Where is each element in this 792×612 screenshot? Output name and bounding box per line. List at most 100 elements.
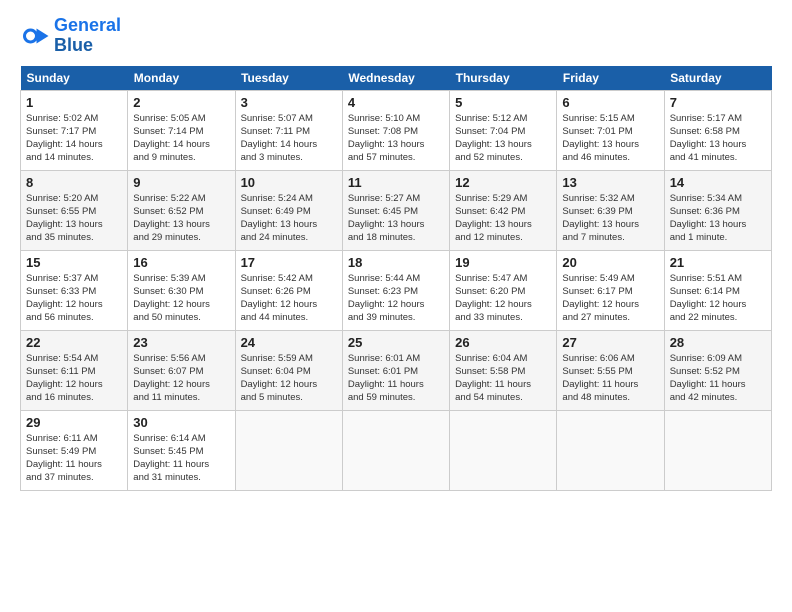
calendar-day-18: 18 Sunrise: 5:44 AM Sunset: 6:23 PM Dayli… [342, 250, 449, 330]
day-number: 21 [670, 255, 766, 270]
weekday-header-saturday: Saturday [664, 66, 771, 91]
calendar-day-27: 27 Sunrise: 6:06 AM Sunset: 5:55 PM Dayli… [557, 330, 664, 410]
day-number: 12 [455, 175, 551, 190]
page-header: General Blue [20, 16, 772, 56]
day-info: Sunrise: 5:15 AM Sunset: 7:01 PM Dayligh… [562, 112, 658, 165]
day-info: Sunrise: 5:32 AM Sunset: 6:39 PM Dayligh… [562, 192, 658, 245]
day-number: 19 [455, 255, 551, 270]
calendar-day-17: 17 Sunrise: 5:42 AM Sunset: 6:26 PM Dayli… [235, 250, 342, 330]
day-number: 17 [241, 255, 337, 270]
calendar-day-8: 8Sunrise: 5:20 AM Sunset: 6:55 PM Daylig… [21, 170, 128, 250]
day-number: 8 [26, 175, 122, 190]
calendar-day-empty [664, 410, 771, 490]
calendar-day-12: 12 Sunrise: 5:29 AM Sunset: 6:42 PM Dayli… [450, 170, 557, 250]
calendar-day-2: 2 Sunrise: 5:05 AM Sunset: 7:14 PM Daylig… [128, 90, 235, 170]
weekday-header-friday: Friday [557, 66, 664, 91]
day-info: Sunrise: 5:29 AM Sunset: 6:42 PM Dayligh… [455, 192, 551, 245]
calendar-day-1: 1 Sunrise: 5:02 AM Sunset: 7:17 PM Daylig… [21, 90, 128, 170]
calendar-day-16: 16 Sunrise: 5:39 AM Sunset: 6:30 PM Dayli… [128, 250, 235, 330]
day-info: Sunrise: 5:17 AM Sunset: 6:58 PM Dayligh… [670, 112, 766, 165]
day-number: 9 [133, 175, 229, 190]
day-number: 16 [133, 255, 229, 270]
day-number: 7 [670, 95, 766, 110]
day-info: Sunrise: 5:44 AM Sunset: 6:23 PM Dayligh… [348, 272, 444, 325]
day-number: 27 [562, 335, 658, 350]
day-info: Sunrise: 5:02 AM Sunset: 7:17 PM Dayligh… [26, 112, 122, 165]
weekday-header-sunday: Sunday [21, 66, 128, 91]
day-number: 18 [348, 255, 444, 270]
day-number: 5 [455, 95, 551, 110]
day-number: 13 [562, 175, 658, 190]
calendar-table: SundayMondayTuesdayWednesdayThursdayFrid… [20, 66, 772, 491]
day-number: 14 [670, 175, 766, 190]
day-info: Sunrise: 6:06 AM Sunset: 5:55 PM Dayligh… [562, 352, 658, 405]
day-number: 29 [26, 415, 122, 430]
day-info: Sunrise: 5:12 AM Sunset: 7:04 PM Dayligh… [455, 112, 551, 165]
calendar-day-13: 13 Sunrise: 5:32 AM Sunset: 6:39 PM Dayli… [557, 170, 664, 250]
day-info: Sunrise: 5:42 AM Sunset: 6:26 PM Dayligh… [241, 272, 337, 325]
day-info: Sunrise: 5:51 AM Sunset: 6:14 PM Dayligh… [670, 272, 766, 325]
calendar-day-5: 5 Sunrise: 5:12 AM Sunset: 7:04 PM Daylig… [450, 90, 557, 170]
calendar-day-6: 6 Sunrise: 5:15 AM Sunset: 7:01 PM Daylig… [557, 90, 664, 170]
weekday-header-wednesday: Wednesday [342, 66, 449, 91]
day-info: Sunrise: 5:34 AM Sunset: 6:36 PM Dayligh… [670, 192, 766, 245]
day-number: 15 [26, 255, 122, 270]
calendar-day-14: 14 Sunrise: 5:34 AM Sunset: 6:36 PM Dayli… [664, 170, 771, 250]
day-number: 25 [348, 335, 444, 350]
calendar-day-29: 29Sunrise: 6:11 AM Sunset: 5:49 PM Dayli… [21, 410, 128, 490]
day-info: Sunrise: 5:39 AM Sunset: 6:30 PM Dayligh… [133, 272, 229, 325]
day-info: Sunrise: 5:47 AM Sunset: 6:20 PM Dayligh… [455, 272, 551, 325]
day-number: 23 [133, 335, 229, 350]
calendar-day-empty [557, 410, 664, 490]
calendar-day-15: 15 Sunrise: 5:37 AM Sunset: 6:33 PM Dayli… [21, 250, 128, 330]
weekday-header-tuesday: Tuesday [235, 66, 342, 91]
day-number: 22 [26, 335, 122, 350]
day-info: Sunrise: 5:10 AM Sunset: 7:08 PM Dayligh… [348, 112, 444, 165]
day-info: Sunrise: 5:24 AM Sunset: 6:49 PM Dayligh… [241, 192, 337, 245]
calendar-day-26: 26 Sunrise: 6:04 AM Sunset: 5:58 PM Dayli… [450, 330, 557, 410]
calendar-day-9: 9Sunrise: 5:22 AM Sunset: 6:52 PM Daylig… [128, 170, 235, 250]
calendar-day-11: 11 Sunrise: 5:27 AM Sunset: 6:45 PM Dayli… [342, 170, 449, 250]
weekday-header-thursday: Thursday [450, 66, 557, 91]
day-info: Sunrise: 5:59 AM Sunset: 6:04 PM Dayligh… [241, 352, 337, 405]
day-number: 1 [26, 95, 122, 110]
calendar-day-23: 23 Sunrise: 5:56 AM Sunset: 6:07 PM Dayli… [128, 330, 235, 410]
calendar-day-3: 3 Sunrise: 5:07 AM Sunset: 7:11 PM Daylig… [235, 90, 342, 170]
day-number: 10 [241, 175, 337, 190]
calendar-day-28: 28Sunrise: 6:09 AM Sunset: 5:52 PM Dayli… [664, 330, 771, 410]
day-number: 3 [241, 95, 337, 110]
day-number: 6 [562, 95, 658, 110]
calendar-day-25: 25 Sunrise: 6:01 AM Sunset: 6:01 PM Dayli… [342, 330, 449, 410]
weekday-header-monday: Monday [128, 66, 235, 91]
day-info: Sunrise: 5:54 AM Sunset: 6:11 PM Dayligh… [26, 352, 122, 405]
day-info: Sunrise: 5:49 AM Sunset: 6:17 PM Dayligh… [562, 272, 658, 325]
day-info: Sunrise: 6:01 AM Sunset: 6:01 PM Dayligh… [348, 352, 444, 405]
day-info: Sunrise: 5:05 AM Sunset: 7:14 PM Dayligh… [133, 112, 229, 165]
calendar-day-30: 30 Sunrise: 6:14 AM Sunset: 5:45 PM Dayli… [128, 410, 235, 490]
day-number: 11 [348, 175, 444, 190]
calendar-day-empty [235, 410, 342, 490]
day-number: 2 [133, 95, 229, 110]
day-number: 4 [348, 95, 444, 110]
calendar-day-24: 24 Sunrise: 5:59 AM Sunset: 6:04 PM Dayli… [235, 330, 342, 410]
day-info: Sunrise: 5:07 AM Sunset: 7:11 PM Dayligh… [241, 112, 337, 165]
calendar-day-22: 22 Sunrise: 5:54 AM Sunset: 6:11 PM Dayli… [21, 330, 128, 410]
logo-text: General Blue [54, 16, 121, 56]
day-number: 26 [455, 335, 551, 350]
day-number: 28 [670, 335, 766, 350]
calendar-day-21: 21 Sunrise: 5:51 AM Sunset: 6:14 PM Dayli… [664, 250, 771, 330]
day-info: Sunrise: 5:37 AM Sunset: 6:33 PM Dayligh… [26, 272, 122, 325]
day-number: 24 [241, 335, 337, 350]
logo: General Blue [20, 16, 121, 56]
calendar-day-empty [450, 410, 557, 490]
day-info: Sunrise: 6:04 AM Sunset: 5:58 PM Dayligh… [455, 352, 551, 405]
calendar-day-20: 20Sunrise: 5:49 AM Sunset: 6:17 PM Dayli… [557, 250, 664, 330]
calendar-day-empty [342, 410, 449, 490]
day-info: Sunrise: 5:56 AM Sunset: 6:07 PM Dayligh… [133, 352, 229, 405]
calendar-day-7: 7 Sunrise: 5:17 AM Sunset: 6:58 PM Daylig… [664, 90, 771, 170]
day-info: Sunrise: 6:14 AM Sunset: 5:45 PM Dayligh… [133, 432, 229, 485]
day-info: Sunrise: 5:27 AM Sunset: 6:45 PM Dayligh… [348, 192, 444, 245]
day-number: 30 [133, 415, 229, 430]
logo-icon [20, 21, 50, 51]
calendar-day-10: 10 Sunrise: 5:24 AM Sunset: 6:49 PM Dayli… [235, 170, 342, 250]
